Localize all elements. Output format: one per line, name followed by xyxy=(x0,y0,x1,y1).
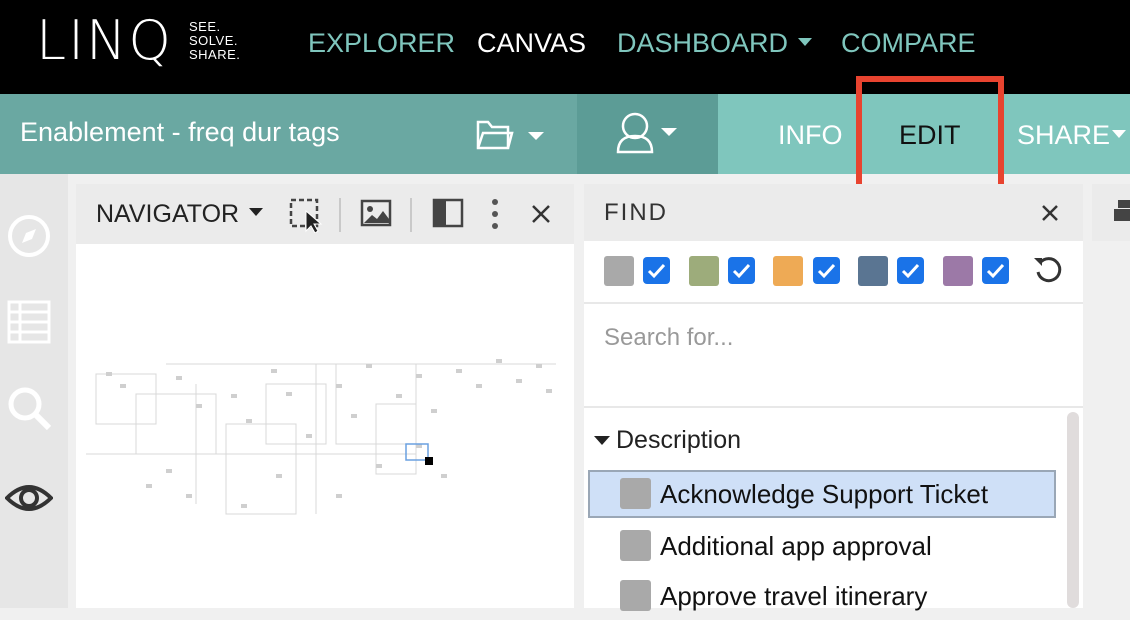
document-bar: Enablement - freq dur tags xyxy=(0,94,577,174)
chevron-down-icon xyxy=(798,37,813,46)
color-filter-checkbox[interactable] xyxy=(982,257,1009,284)
color-filter-checkbox[interactable] xyxy=(643,257,670,284)
find-title: FIND xyxy=(604,199,668,226)
reset-icon[interactable] xyxy=(1032,254,1064,286)
checkmark-icon xyxy=(732,263,751,279)
navigator-title: NAVIGATOR xyxy=(96,200,240,228)
chevron-down-icon xyxy=(249,208,264,217)
toolbar-divider xyxy=(410,198,412,232)
color-filter-row xyxy=(584,241,1083,301)
panel-layout-icon[interactable] xyxy=(432,197,464,229)
nav-canvas[interactable]: CANVAS xyxy=(477,28,586,59)
print-icon[interactable] xyxy=(1114,198,1130,228)
find-header: FIND xyxy=(584,184,1083,241)
open-document-button[interactable] xyxy=(474,114,554,154)
list-item[interactable]: Approve travel itinerary xyxy=(588,572,1056,620)
user-menu[interactable] xyxy=(577,94,718,174)
tagline-see: SEE. xyxy=(189,19,221,34)
nav-dashboard-label: DASHBOARD xyxy=(617,28,789,58)
tagline-share: SHARE. xyxy=(189,47,241,62)
list-item[interactable]: Additional app approval xyxy=(588,522,1056,570)
nav-compare[interactable]: COMPARE xyxy=(841,28,976,59)
color-filter-checkbox[interactable] xyxy=(897,257,924,284)
scrollbar[interactable] xyxy=(1067,412,1079,608)
left-tool-rail xyxy=(0,174,68,608)
compass-icon[interactable] xyxy=(5,212,53,260)
search-area xyxy=(584,302,1083,408)
eye-icon[interactable] xyxy=(5,474,53,522)
toolbar-divider xyxy=(339,198,341,232)
find-results-list: Description Acknowledge Support Ticket A… xyxy=(584,408,1083,611)
navigator-panel: NAVIGATOR xyxy=(76,184,574,608)
document-title: Enablement - freq dur tags xyxy=(20,117,340,147)
more-icon[interactable] xyxy=(484,197,506,231)
chevron-down-icon xyxy=(1112,129,1127,138)
color-swatch xyxy=(858,256,888,286)
color-swatch xyxy=(773,256,803,286)
item-color-box xyxy=(620,530,651,561)
checkmark-icon xyxy=(986,263,1005,279)
item-color-box xyxy=(620,580,651,611)
color-swatch xyxy=(689,256,719,286)
nav-dashboard[interactable]: DASHBOARD xyxy=(617,28,813,59)
checkmark-icon xyxy=(817,263,836,279)
logo-tagline: SEE. SOLVE. SHARE. xyxy=(189,20,240,62)
find-panel: FIND Description Acknowledge Support T xyxy=(584,184,1083,611)
item-label: Additional app approval xyxy=(660,531,932,561)
color-filter-checkbox[interactable] xyxy=(813,257,840,284)
color-swatch xyxy=(604,256,634,286)
close-icon[interactable] xyxy=(528,201,554,227)
item-label: Approve travel itinerary xyxy=(660,581,928,611)
linq-logo[interactable]: LINQ SEE. SOLVE. SHARE. xyxy=(36,9,240,72)
checkmark-icon xyxy=(901,263,920,279)
item-label: Acknowledge Support Ticket xyxy=(660,479,989,509)
search-input[interactable] xyxy=(602,320,1062,356)
folder-icon xyxy=(476,120,544,150)
canvas-overview-minimap[interactable] xyxy=(76,244,574,608)
image-icon[interactable] xyxy=(360,197,392,229)
edit-highlight-box xyxy=(856,76,1004,190)
navigator-header: NAVIGATOR xyxy=(76,184,574,244)
nav-explorer[interactable]: EXPLORER xyxy=(308,28,455,59)
table-icon[interactable] xyxy=(5,298,53,346)
user-icon xyxy=(616,112,677,154)
search-icon[interactable] xyxy=(5,384,53,432)
color-filter-checkbox[interactable] xyxy=(728,257,755,284)
list-item[interactable]: Acknowledge Support Ticket xyxy=(588,470,1056,518)
color-swatch xyxy=(943,256,973,286)
share-label: SHARE xyxy=(1017,120,1111,150)
navigator-title-menu[interactable]: NAVIGATOR xyxy=(96,200,264,229)
chevron-down-icon xyxy=(594,436,610,445)
item-color-box xyxy=(620,478,651,509)
checkmark-icon xyxy=(647,263,666,279)
viewport-resize-handle[interactable] xyxy=(425,457,433,465)
close-icon[interactable] xyxy=(1038,201,1062,225)
group-title: Description xyxy=(616,426,742,454)
logo-word: LINQ xyxy=(36,9,173,72)
share-button[interactable]: SHARE xyxy=(1017,120,1127,151)
tagline-solve: SOLVE. xyxy=(189,33,239,48)
select-region-icon[interactable] xyxy=(288,197,324,233)
info-button[interactable]: INFO xyxy=(778,120,843,151)
right-panel-edge xyxy=(1092,184,1130,241)
